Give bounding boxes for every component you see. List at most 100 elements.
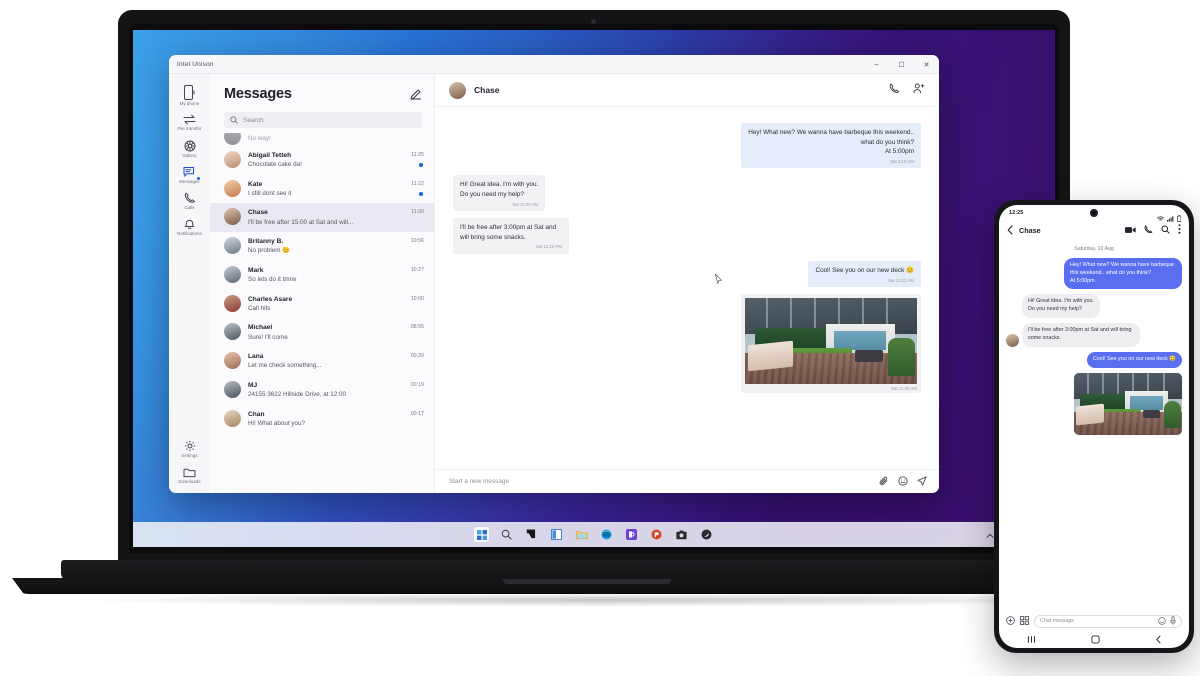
phone-input-bar: Chat message bbox=[999, 611, 1189, 631]
emoji-smiley-icon[interactable] bbox=[898, 473, 908, 491]
sidebar-label: Calls bbox=[184, 205, 195, 211]
send-icon[interactable] bbox=[917, 473, 927, 491]
backyard-deck-photo[interactable] bbox=[745, 298, 917, 385]
avatar bbox=[224, 179, 241, 197]
conv-preview: No problem 😊 bbox=[248, 247, 291, 255]
video-camera-icon[interactable] bbox=[1125, 221, 1136, 239]
phone-input-placeholder: Chat message bbox=[1040, 618, 1075, 624]
phone-screen: 12:25 Chase Saturday, 10 Aug Hey! What n… bbox=[999, 205, 1189, 648]
message-bubble-outgoing: Hey! What new? We wanna have barbeque th… bbox=[741, 123, 921, 169]
message-input[interactable] bbox=[449, 478, 870, 485]
avatar bbox=[224, 237, 241, 255]
sidebar-item-notifications[interactable]: Notifications bbox=[169, 213, 210, 239]
phone-message-row: Cool! See you on our new deck 😊 bbox=[1006, 351, 1182, 368]
add-person-icon[interactable] bbox=[913, 81, 925, 99]
message-row: Sat 11:25 AM bbox=[453, 294, 921, 394]
edge-browser-icon[interactable] bbox=[599, 527, 614, 542]
message-text: Hi! Great idea. I'm with you. Do you nee… bbox=[460, 181, 539, 199]
sidebar-item-file-transfer[interactable]: File transfer bbox=[169, 109, 210, 134]
list-item-selected[interactable]: Chase I'll be free after 15:00 at Sat an… bbox=[210, 203, 434, 233]
sidebar-item-downloads[interactable]: Downloads bbox=[169, 462, 210, 487]
unison-app-icon[interactable] bbox=[699, 527, 714, 542]
phone-call-icon[interactable] bbox=[1144, 221, 1153, 239]
emoji-smiley-icon[interactable] bbox=[1158, 612, 1166, 630]
sidebar-label: Notifications bbox=[177, 231, 202, 237]
home-icon[interactable] bbox=[1090, 631, 1100, 649]
message-time: Sat 3:10 AM bbox=[890, 158, 914, 164]
message-row: I'll be free after 3:00pm at Sat and wil… bbox=[453, 218, 921, 255]
sidebar-item-messages[interactable]: Messages bbox=[169, 161, 210, 187]
gallery-grid-icon[interactable] bbox=[1020, 612, 1029, 630]
search-icon[interactable] bbox=[499, 527, 514, 542]
recents-icon[interactable] bbox=[1027, 631, 1036, 649]
widgets-icon[interactable] bbox=[549, 527, 564, 542]
conv-name: Kate bbox=[248, 180, 263, 188]
attachment-clip-icon[interactable] bbox=[879, 473, 889, 491]
avatar bbox=[224, 151, 241, 168]
list-item[interactable]: Chan Hi! What about you? 00:17 bbox=[210, 405, 434, 434]
minimize-button[interactable]: – bbox=[864, 55, 889, 74]
list-item[interactable]: Mark So lets do it tmrw 10:27 bbox=[210, 261, 434, 290]
sidebar-item-settings[interactable]: Settings bbox=[169, 435, 210, 461]
sidebar-label: Messages bbox=[179, 178, 200, 184]
sidebar-item-gallery[interactable]: Gallery bbox=[169, 135, 210, 161]
messages-area: Hey! What new? We wanna have barbeque th… bbox=[435, 107, 939, 469]
list-item[interactable]: Britanny B. No problem 😊 10:56 bbox=[210, 232, 434, 261]
window-titlebar: Intel Unison – ☐ ✕ bbox=[169, 55, 939, 74]
chevron-up-icon[interactable] bbox=[986, 526, 994, 544]
avatar bbox=[224, 265, 241, 283]
signal-icon bbox=[1166, 209, 1174, 227]
phone-message-row bbox=[1006, 372, 1182, 435]
conv-name: Chan bbox=[248, 410, 265, 418]
microphone-icon[interactable] bbox=[1170, 612, 1176, 630]
conv-preview: Sure! I'll come bbox=[248, 333, 288, 341]
conv-time: 00:19 bbox=[410, 381, 424, 388]
sidebar-item-my-phone[interactable]: My phone bbox=[169, 80, 210, 109]
close-button[interactable]: ✕ bbox=[914, 55, 939, 74]
message-bubble-image[interactable]: Sat 11:25 AM bbox=[741, 294, 921, 394]
message-time: Sat 11:22 AM bbox=[887, 277, 914, 283]
search-input[interactable] bbox=[243, 116, 416, 124]
phone-link-icon[interactable] bbox=[624, 527, 639, 542]
conversation-list[interactable]: No way! Abigail Tetteh Chocolate cake da… bbox=[210, 133, 434, 493]
avatar bbox=[224, 352, 241, 370]
list-item[interactable]: Abigail Tetteh Chocolate cake da! 11:25 bbox=[210, 146, 434, 175]
list-item[interactable]: Charles Asare Call hits 10:00 bbox=[210, 290, 434, 319]
task-view-icon[interactable] bbox=[524, 527, 539, 542]
list-item[interactable]: No way! bbox=[210, 133, 434, 146]
windows-start-icon[interactable] bbox=[474, 527, 489, 542]
list-item[interactable]: Michael Sure! I'll come 08:55 bbox=[210, 318, 434, 347]
add-circle-icon[interactable] bbox=[1006, 612, 1015, 630]
phone-device-icon bbox=[184, 85, 195, 100]
conv-name: MJ bbox=[248, 381, 258, 389]
avatar bbox=[449, 81, 466, 99]
powerpoint-icon[interactable] bbox=[649, 527, 664, 542]
avatar bbox=[224, 133, 241, 145]
phone-clock: 12:25 bbox=[1009, 210, 1024, 216]
phone-call-icon[interactable] bbox=[889, 81, 900, 99]
file-explorer-icon[interactable] bbox=[574, 527, 589, 542]
front-camera-icon bbox=[1090, 209, 1098, 217]
conv-preview: Chocolate cake da! bbox=[248, 161, 302, 169]
phone-message-row: I'll be free after 3:00pm at Sat and wil… bbox=[1006, 323, 1182, 347]
chevron-left-icon[interactable] bbox=[1007, 225, 1013, 235]
phone-bubble-outgoing: Cool! See you on our new deck 😊 bbox=[1086, 351, 1182, 368]
list-item[interactable]: Kate I still dont see it 11:22 bbox=[210, 175, 434, 204]
back-icon[interactable] bbox=[1155, 631, 1162, 649]
list-item[interactable]: Lana Let me check something... 00:20 bbox=[210, 347, 434, 376]
compose-pencil-icon[interactable] bbox=[410, 88, 422, 100]
folder-icon bbox=[183, 467, 196, 478]
backyard-deck-photo[interactable] bbox=[1074, 372, 1182, 435]
conv-preview: I still dont see it bbox=[248, 189, 292, 197]
search-bar[interactable] bbox=[224, 112, 422, 128]
phone-message-field[interactable]: Chat message bbox=[1034, 612, 1182, 630]
thread-header: Chase bbox=[435, 74, 939, 107]
phone-message-row: Hey! What new? We wanna have barbeque th… bbox=[1006, 258, 1182, 290]
messages-bubble-icon bbox=[183, 166, 196, 178]
camera-icon[interactable] bbox=[674, 527, 689, 542]
conv-preview: So lets do it tmrw bbox=[248, 276, 297, 284]
list-item[interactable]: MJ 24155 3622 Hillside Drive, at 12:00 0… bbox=[210, 376, 434, 405]
maximize-button[interactable]: ☐ bbox=[889, 55, 914, 74]
conv-time: 10:27 bbox=[410, 266, 424, 273]
sidebar-item-calls[interactable]: Calls bbox=[169, 187, 210, 213]
